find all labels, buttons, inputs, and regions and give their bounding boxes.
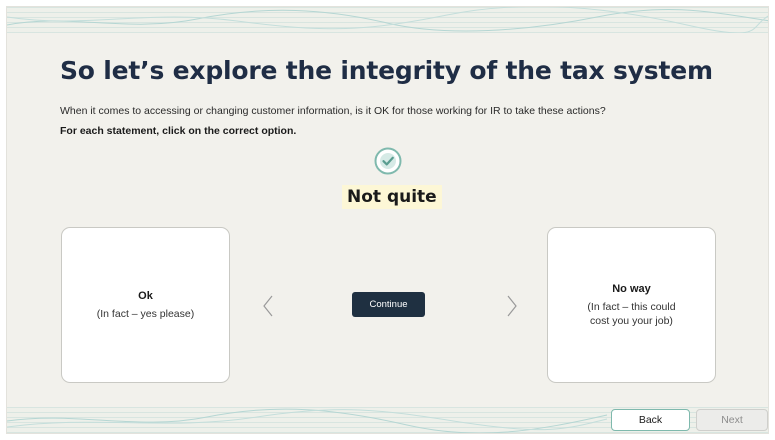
- instruction-text: For each statement, click on the correct…: [60, 125, 297, 137]
- question-text: When it comes to accessing or changing c…: [60, 105, 606, 117]
- decorative-header-band: [7, 7, 768, 33]
- option-card-ok[interactable]: Ok (In fact – yes please): [61, 227, 230, 383]
- back-button[interactable]: Back: [611, 409, 690, 431]
- feedback-label: Not quite: [342, 185, 442, 209]
- option-ok-subtitle: (In fact – yes please): [96, 307, 195, 320]
- page-title: So let’s explore the integrity of the ta…: [60, 56, 713, 85]
- chevron-left-icon[interactable]: [261, 294, 275, 318]
- check-circle-icon: [374, 147, 402, 175]
- continue-button[interactable]: Continue: [352, 292, 425, 317]
- option-ok-title: Ok: [138, 289, 153, 302]
- option-card-no-way[interactable]: No way (In fact – this could cost you yo…: [547, 227, 716, 383]
- option-no-way-subtitle: (In fact – this could cost you your job): [587, 300, 676, 327]
- chevron-right-icon[interactable]: [505, 294, 519, 318]
- next-button[interactable]: Next: [696, 409, 768, 431]
- option-no-way-title: No way: [612, 282, 651, 295]
